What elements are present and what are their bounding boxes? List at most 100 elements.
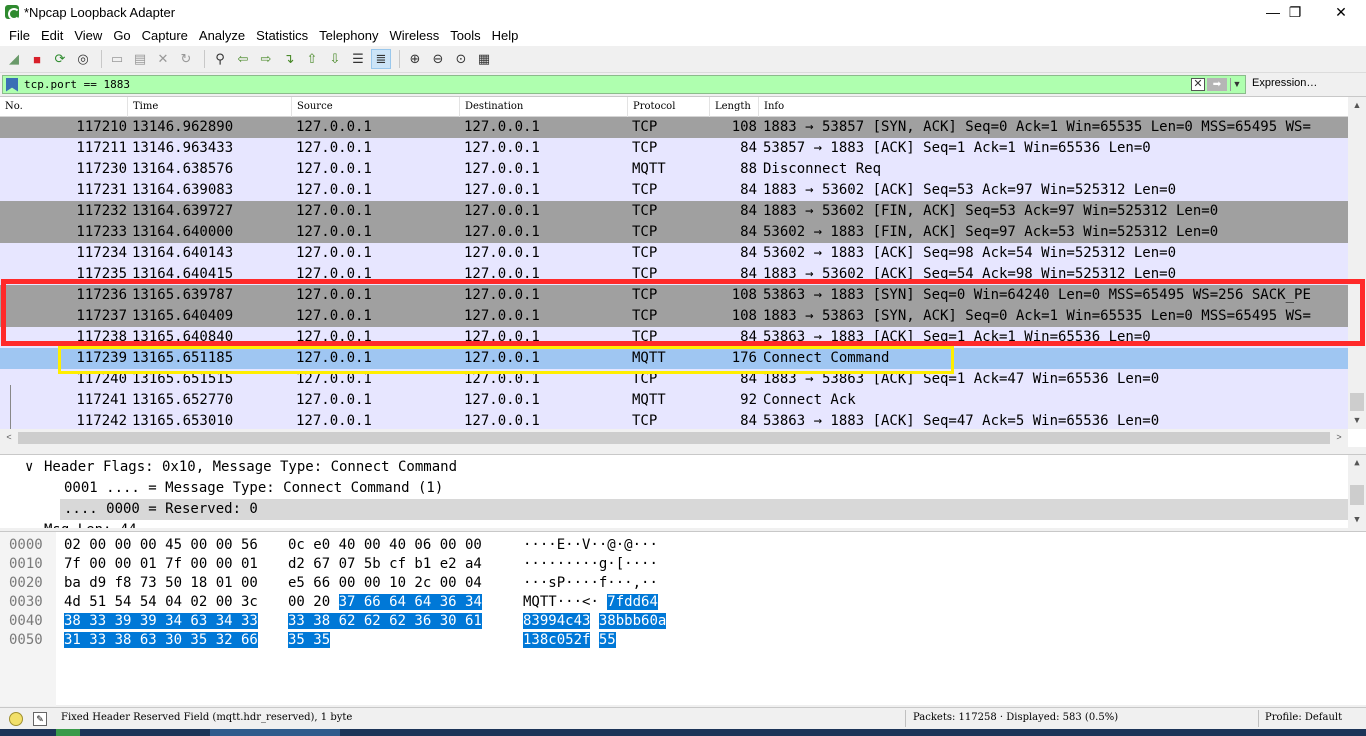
- reload-file-icon[interactable]: ↻: [176, 49, 196, 69]
- packet-row[interactable]: 117232 13164.639727 127.0.0.1 127.0.0.1 TCP 8…: [0, 201, 1348, 222]
- menu-wireless[interactable]: Wireless: [384, 28, 445, 43]
- stop-capture-icon[interactable]: ■: [27, 49, 47, 69]
- hex-bytes-highlighted[interactable]: 38 33 39 39 34 63 34 33: [64, 613, 258, 629]
- hex-ascii[interactable]: ···sP···: [523, 575, 590, 591]
- detail-line-reserved[interactable]: .... 0000 = Reserved: 0: [64, 499, 258, 520]
- packet-row[interactable]: 117241 13165.652770 127.0.0.1 127.0.0.1 MQTT…: [0, 390, 1348, 411]
- menu-file[interactable]: File: [4, 28, 36, 43]
- hex-ascii[interactable]: ·: [590, 594, 607, 610]
- column-header-protocol[interactable]: Protocol: [628, 97, 710, 117]
- hex-ascii-highlighted[interactable]: 138c052f: [523, 632, 591, 648]
- scroll-down-icon[interactable]: ▼: [1348, 412, 1366, 429]
- packet-row[interactable]: 117233 13164.640000 127.0.0.1 127.0.0.1 TCP 8…: [0, 222, 1348, 243]
- hex-bytes-highlighted[interactable]: 33 38 62 62 62 36 30 61: [288, 613, 482, 629]
- detail-line-msg-len[interactable]: Msg Len: 44: [44, 520, 137, 528]
- zoom-out-icon[interactable]: ⊖: [428, 49, 448, 69]
- close-file-icon[interactable]: ✕: [153, 49, 173, 69]
- hex-bytes[interactable]: e5 66 00 00 10 2c 00 04: [288, 575, 482, 591]
- filter-history-dropdown-icon[interactable]: ▼: [1230, 78, 1243, 91]
- hex-ascii-highlighted[interactable]: 55: [598, 632, 616, 648]
- details-vscrollbar[interactable]: ▲ ▼: [1348, 455, 1366, 528]
- clear-filter-icon[interactable]: ✕: [1191, 78, 1205, 91]
- packet-row[interactable]: 117210 13146.962890 127.0.0.1 127.0.0.1 TCP 1…: [0, 117, 1348, 138]
- filter-text[interactable]: tcp.port == 1883: [24, 78, 130, 91]
- hex-ascii[interactable]: ·g·[····: [590, 556, 657, 572]
- hex-bytes[interactable]: 00 20: [288, 594, 339, 610]
- menu-telephony[interactable]: Telephony: [314, 28, 384, 43]
- hex-bytes[interactable]: 4d 51 54 54 04 02 00 3c: [64, 594, 258, 610]
- expert-info-indicator-icon[interactable]: [9, 712, 23, 726]
- packet-row[interactable]: 117242 13165.653010 127.0.0.1 127.0.0.1 TCP 8…: [0, 411, 1348, 429]
- menu-go[interactable]: Go: [108, 28, 136, 43]
- packet-row[interactable]: 117211 13146.963433 127.0.0.1 127.0.0.1 TCP 8…: [0, 138, 1348, 159]
- go-back-icon[interactable]: ⇦: [233, 49, 253, 69]
- menu-edit[interactable]: Edit: [36, 28, 69, 43]
- column-header-no[interactable]: No.: [0, 97, 128, 117]
- expand-arrow-icon[interactable]: ∨: [25, 457, 33, 478]
- hex-ascii[interactable]: MQTT···<: [523, 594, 590, 610]
- column-header-info[interactable]: Info: [759, 97, 1348, 117]
- hex-ascii[interactable]: ··@·@···: [590, 537, 657, 553]
- hex-ascii[interactable]: ········: [523, 556, 590, 572]
- start-capture-icon[interactable]: ◢: [4, 49, 24, 69]
- packet-row[interactable]: 117236 13165.639787 127.0.0.1 127.0.0.1 TCP 1…: [0, 285, 1348, 306]
- hex-bytes-highlighted[interactable]: 35 35: [288, 632, 331, 648]
- colorize-icon[interactable]: ≣: [371, 49, 391, 69]
- column-header-time[interactable]: Time: [128, 97, 292, 117]
- hex-ascii-highlighted[interactable]: 7fdd64: [607, 594, 658, 610]
- menu-view[interactable]: View: [69, 28, 108, 43]
- find-packet-icon[interactable]: ⚲: [210, 49, 230, 69]
- hex-ascii-highlighted[interactable]: 83994c43: [523, 613, 591, 629]
- menu-help[interactable]: Help: [487, 28, 525, 43]
- scrollbar-thumb[interactable]: [1350, 485, 1364, 505]
- packet-row-selected[interactable]: 117239 13165.651185 127.0.0.1 127.0.0.1 MQTT…: [0, 348, 1348, 369]
- open-file-icon[interactable]: ▭: [107, 49, 127, 69]
- resize-columns-icon[interactable]: ▦: [474, 49, 494, 69]
- packet-list-vscrollbar[interactable]: ▲ ▼: [1348, 97, 1366, 429]
- last-packet-icon[interactable]: ⇩: [325, 49, 345, 69]
- scroll-right-icon[interactable]: >: [1330, 429, 1348, 446]
- hex-bytes[interactable]: 0c e0 40 00 40 06 00 00: [288, 537, 482, 553]
- scroll-down-icon[interactable]: ▼: [1348, 512, 1366, 528]
- hex-bytes[interactable]: 02 00 00 00 45 00 00 56: [64, 537, 258, 553]
- packet-row[interactable]: 117230 13164.638576 127.0.0.1 127.0.0.1 MQTT…: [0, 159, 1348, 180]
- column-header-length[interactable]: Length: [710, 97, 759, 117]
- zoom-reset-icon[interactable]: ⊙: [451, 49, 471, 69]
- hex-bytes-highlighted[interactable]: 37 66 64 64 36 34: [338, 594, 482, 610]
- bookmark-icon[interactable]: [6, 77, 18, 92]
- restore-icon[interactable]: ❐: [1272, 0, 1318, 24]
- status-profile[interactable]: Profile: Default: [1265, 712, 1342, 723]
- save-file-icon[interactable]: ▤: [130, 49, 150, 69]
- taskbar-app-button[interactable]: [210, 729, 340, 736]
- packet-row[interactable]: 117238 13165.640840 127.0.0.1 127.0.0.1 TCP 8…: [0, 327, 1348, 348]
- packet-row[interactable]: 117240 13165.651515 127.0.0.1 127.0.0.1 TCP 8…: [0, 369, 1348, 390]
- close-icon[interactable]: ✕: [1318, 0, 1364, 24]
- hex-bytes-highlighted[interactable]: 31 33 38 63 30 35 32 66: [64, 632, 258, 648]
- scroll-up-icon[interactable]: ▲: [1348, 97, 1366, 114]
- packet-row[interactable]: 117235 13164.640415 127.0.0.1 127.0.0.1 TCP 8…: [0, 264, 1348, 285]
- capture-options-icon[interactable]: ◎: [73, 49, 93, 69]
- menu-statistics[interactable]: Statistics: [251, 28, 314, 43]
- hex-bytes[interactable]: ba d9 f8 73 50 18 01 00: [64, 575, 258, 591]
- taskbar-app-button[interactable]: [56, 729, 80, 736]
- apply-filter-icon[interactable]: ➡: [1207, 78, 1227, 91]
- menu-tools[interactable]: Tools: [445, 28, 486, 43]
- hex-ascii[interactable]: ····E··V: [523, 537, 590, 553]
- menu-analyze[interactable]: Analyze: [194, 28, 251, 43]
- expression-button[interactable]: Expression…: [1252, 77, 1317, 89]
- hex-bytes[interactable]: 7f 00 00 01 7f 00 00 01: [64, 556, 258, 572]
- display-filter-input[interactable]: tcp.port == 1883 ✕ ➡ ▼: [2, 75, 1246, 94]
- first-packet-icon[interactable]: ⇧: [302, 49, 322, 69]
- scroll-up-icon[interactable]: ▲: [1348, 455, 1366, 472]
- menu-capture[interactable]: Capture: [137, 28, 194, 43]
- detail-line-message-type[interactable]: 0001 .... = Message Type: Connect Comman…: [64, 478, 443, 499]
- column-header-source[interactable]: Source: [292, 97, 460, 117]
- hex-ascii[interactable]: ·f···,··: [590, 575, 657, 591]
- column-header-destination[interactable]: Destination: [460, 97, 628, 117]
- restart-capture-icon[interactable]: ⟳: [50, 49, 70, 69]
- detail-line-header-flags[interactable]: Header Flags: 0x10, Message Type: Connec…: [44, 457, 457, 478]
- go-forward-icon[interactable]: ⇨: [256, 49, 276, 69]
- scroll-left-icon[interactable]: <: [0, 429, 18, 446]
- scrollbar-thumb[interactable]: [1350, 393, 1364, 411]
- go-to-packet-icon[interactable]: ↴: [279, 49, 299, 69]
